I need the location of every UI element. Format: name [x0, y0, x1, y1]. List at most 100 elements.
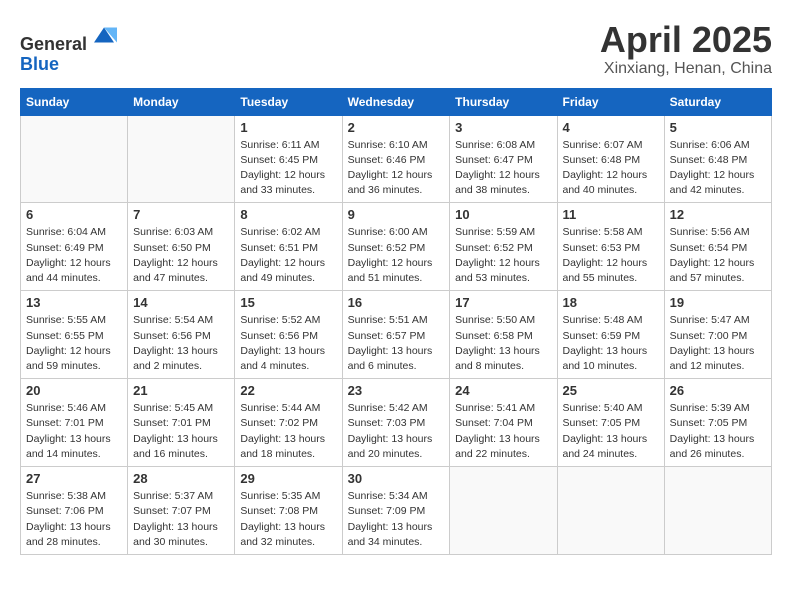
day-info: Sunrise: 6:03 AM Sunset: 6:50 PM Dayligh… [133, 225, 229, 286]
calendar-cell: 19Sunrise: 5:47 AM Sunset: 7:00 PM Dayli… [664, 291, 771, 379]
day-number: 26 [670, 383, 766, 398]
day-number: 18 [563, 295, 659, 310]
day-number: 2 [348, 120, 445, 135]
calendar-cell: 26 Sunrise: 5:39 AM Sunset: 7:05 PM Dayli… [664, 379, 771, 467]
day-info: Sunrise: 6:07 AM Sunset: 6:48 PM Dayligh… [563, 138, 659, 199]
day-info: Sunrise: 5:42 AM Sunset: 7:03 PM Dayligh… [348, 401, 445, 462]
weekday-header-row: SundayMondayTuesdayWednesdayThursdayFrid… [21, 88, 772, 115]
day-number: 17 [455, 295, 551, 310]
day-info: Sunrise: 6:10 AM Sunset: 6:46 PM Dayligh… [348, 138, 445, 199]
day-info: Sunrise: 5:52 AM Sunset: 6:56 PM Dayligh… [240, 313, 336, 374]
day-info: Sunrise: 5:35 AM Sunset: 7:08 PM Dayligh… [240, 489, 336, 550]
day-number: 7 [133, 207, 229, 222]
day-info: Sunrise: 5:56 AM Sunset: 6:54 PM Dayligh… [670, 225, 766, 286]
day-info: Sunrise: 5:47 AM Sunset: 7:00 PM Dayligh… [670, 313, 766, 374]
calendar-cell: 23 Sunrise: 5:42 AM Sunset: 7:03 PM Dayli… [342, 379, 450, 467]
calendar-cell [21, 115, 128, 203]
day-info: Sunrise: 6:04 AM Sunset: 6:49 PM Dayligh… [26, 225, 122, 286]
calendar-cell: 8 Sunrise: 6:02 AM Sunset: 6:51 PM Daylig… [235, 203, 342, 291]
day-info: Sunrise: 5:39 AM Sunset: 7:05 PM Dayligh… [670, 401, 766, 462]
logo-icon [89, 20, 119, 50]
title-block: April 2025 Xinxiang, Henan, China [600, 20, 772, 78]
day-info: Sunrise: 5:34 AM Sunset: 7:09 PM Dayligh… [348, 489, 445, 550]
day-number: 13 [26, 295, 122, 310]
day-info: Sunrise: 6:11 AM Sunset: 6:45 PM Dayligh… [240, 138, 336, 199]
logo-general: General [20, 34, 87, 54]
day-info: Sunrise: 5:37 AM Sunset: 7:07 PM Dayligh… [133, 489, 229, 550]
day-number: 30 [348, 471, 445, 486]
calendar-cell: 11Sunrise: 5:58 AM Sunset: 6:53 PM Dayli… [557, 203, 664, 291]
calendar-cell: 9 Sunrise: 6:00 AM Sunset: 6:52 PM Daylig… [342, 203, 450, 291]
day-info: Sunrise: 6:06 AM Sunset: 6:48 PM Dayligh… [670, 138, 766, 199]
day-number: 21 [133, 383, 229, 398]
calendar-cell: 24Sunrise: 5:41 AM Sunset: 7:04 PM Dayli… [450, 379, 557, 467]
calendar-cell: 3 Sunrise: 6:08 AM Sunset: 6:47 PM Daylig… [450, 115, 557, 203]
calendar-cell: 5 Sunrise: 6:06 AM Sunset: 6:48 PM Daylig… [664, 115, 771, 203]
day-number: 15 [240, 295, 336, 310]
calendar-cell: 27 Sunrise: 5:38 AM Sunset: 7:06 PM Dayli… [21, 467, 128, 555]
weekday-header-cell: Wednesday [342, 88, 450, 115]
calendar-cell [557, 467, 664, 555]
day-number: 27 [26, 471, 122, 486]
day-number: 14 [133, 295, 229, 310]
weekday-header-cell: Thursday [450, 88, 557, 115]
page-header: General Blue April 2025 Xinxiang, Henan,… [20, 20, 772, 78]
day-number: 4 [563, 120, 659, 135]
calendar-cell: 2 Sunrise: 6:10 AM Sunset: 6:46 PM Daylig… [342, 115, 450, 203]
calendar-cell: 28 Sunrise: 5:37 AM Sunset: 7:07 PM Dayli… [128, 467, 235, 555]
day-number: 1 [240, 120, 336, 135]
day-info: Sunrise: 5:54 AM Sunset: 6:56 PM Dayligh… [133, 313, 229, 374]
weekday-header-cell: Friday [557, 88, 664, 115]
calendar-cell: 6 Sunrise: 6:04 AM Sunset: 6:49 PM Daylig… [21, 203, 128, 291]
day-info: Sunrise: 5:59 AM Sunset: 6:52 PM Dayligh… [455, 225, 551, 286]
calendar-cell: 18Sunrise: 5:48 AM Sunset: 6:59 PM Dayli… [557, 291, 664, 379]
day-number: 6 [26, 207, 122, 222]
day-number: 29 [240, 471, 336, 486]
calendar-cell: 13Sunrise: 5:55 AM Sunset: 6:55 PM Dayli… [21, 291, 128, 379]
logo-blue: Blue [20, 54, 59, 74]
day-info: Sunrise: 5:40 AM Sunset: 7:05 PM Dayligh… [563, 401, 659, 462]
day-number: 28 [133, 471, 229, 486]
day-number: 12 [670, 207, 766, 222]
day-info: Sunrise: 5:38 AM Sunset: 7:06 PM Dayligh… [26, 489, 122, 550]
calendar-week-row: 20 Sunrise: 5:46 AM Sunset: 7:01 PM Dayli… [21, 379, 772, 467]
calendar-week-row: 13Sunrise: 5:55 AM Sunset: 6:55 PM Dayli… [21, 291, 772, 379]
calendar-cell [664, 467, 771, 555]
day-number: 20 [26, 383, 122, 398]
day-number: 25 [563, 383, 659, 398]
calendar-cell: 12 Sunrise: 5:56 AM Sunset: 6:54 PM Dayli… [664, 203, 771, 291]
day-info: Sunrise: 5:51 AM Sunset: 6:57 PM Dayligh… [348, 313, 445, 374]
day-info: Sunrise: 5:58 AM Sunset: 6:53 PM Dayligh… [563, 225, 659, 286]
calendar-cell: 20 Sunrise: 5:46 AM Sunset: 7:01 PM Dayli… [21, 379, 128, 467]
calendar-cell: 25 Sunrise: 5:40 AM Sunset: 7:05 PM Dayli… [557, 379, 664, 467]
calendar-cell: 16 Sunrise: 5:51 AM Sunset: 6:57 PM Dayli… [342, 291, 450, 379]
calendar-cell: 17Sunrise: 5:50 AM Sunset: 6:58 PM Dayli… [450, 291, 557, 379]
day-info: Sunrise: 5:46 AM Sunset: 7:01 PM Dayligh… [26, 401, 122, 462]
calendar-cell: 4 Sunrise: 6:07 AM Sunset: 6:48 PM Daylig… [557, 115, 664, 203]
calendar-cell: 30 Sunrise: 5:34 AM Sunset: 7:09 PM Dayli… [342, 467, 450, 555]
day-number: 9 [348, 207, 445, 222]
calendar-cell: 7 Sunrise: 6:03 AM Sunset: 6:50 PM Daylig… [128, 203, 235, 291]
day-number: 16 [348, 295, 445, 310]
calendar-cell [128, 115, 235, 203]
calendar-cell: 22Sunrise: 5:44 AM Sunset: 7:02 PM Dayli… [235, 379, 342, 467]
day-number: 3 [455, 120, 551, 135]
day-number: 22 [240, 383, 336, 398]
calendar-week-row: 27 Sunrise: 5:38 AM Sunset: 7:06 PM Dayli… [21, 467, 772, 555]
calendar-week-row: 6 Sunrise: 6:04 AM Sunset: 6:49 PM Daylig… [21, 203, 772, 291]
day-number: 8 [240, 207, 336, 222]
day-info: Sunrise: 5:41 AM Sunset: 7:04 PM Dayligh… [455, 401, 551, 462]
calendar-cell: 29 Sunrise: 5:35 AM Sunset: 7:08 PM Dayli… [235, 467, 342, 555]
calendar-cell: 15 Sunrise: 5:52 AM Sunset: 6:56 PM Dayli… [235, 291, 342, 379]
calendar-cell: 1 Sunrise: 6:11 AM Sunset: 6:45 PM Daylig… [235, 115, 342, 203]
calendar-body: 1 Sunrise: 6:11 AM Sunset: 6:45 PM Daylig… [21, 115, 772, 554]
calendar-table: SundayMondayTuesdayWednesdayThursdayFrid… [20, 88, 772, 555]
day-info: Sunrise: 6:02 AM Sunset: 6:51 PM Dayligh… [240, 225, 336, 286]
day-info: Sunrise: 6:00 AM Sunset: 6:52 PM Dayligh… [348, 225, 445, 286]
day-number: 5 [670, 120, 766, 135]
weekday-header-cell: Sunday [21, 88, 128, 115]
day-number: 23 [348, 383, 445, 398]
weekday-header-cell: Monday [128, 88, 235, 115]
day-info: Sunrise: 6:08 AM Sunset: 6:47 PM Dayligh… [455, 138, 551, 199]
calendar-cell: 10Sunrise: 5:59 AM Sunset: 6:52 PM Dayli… [450, 203, 557, 291]
